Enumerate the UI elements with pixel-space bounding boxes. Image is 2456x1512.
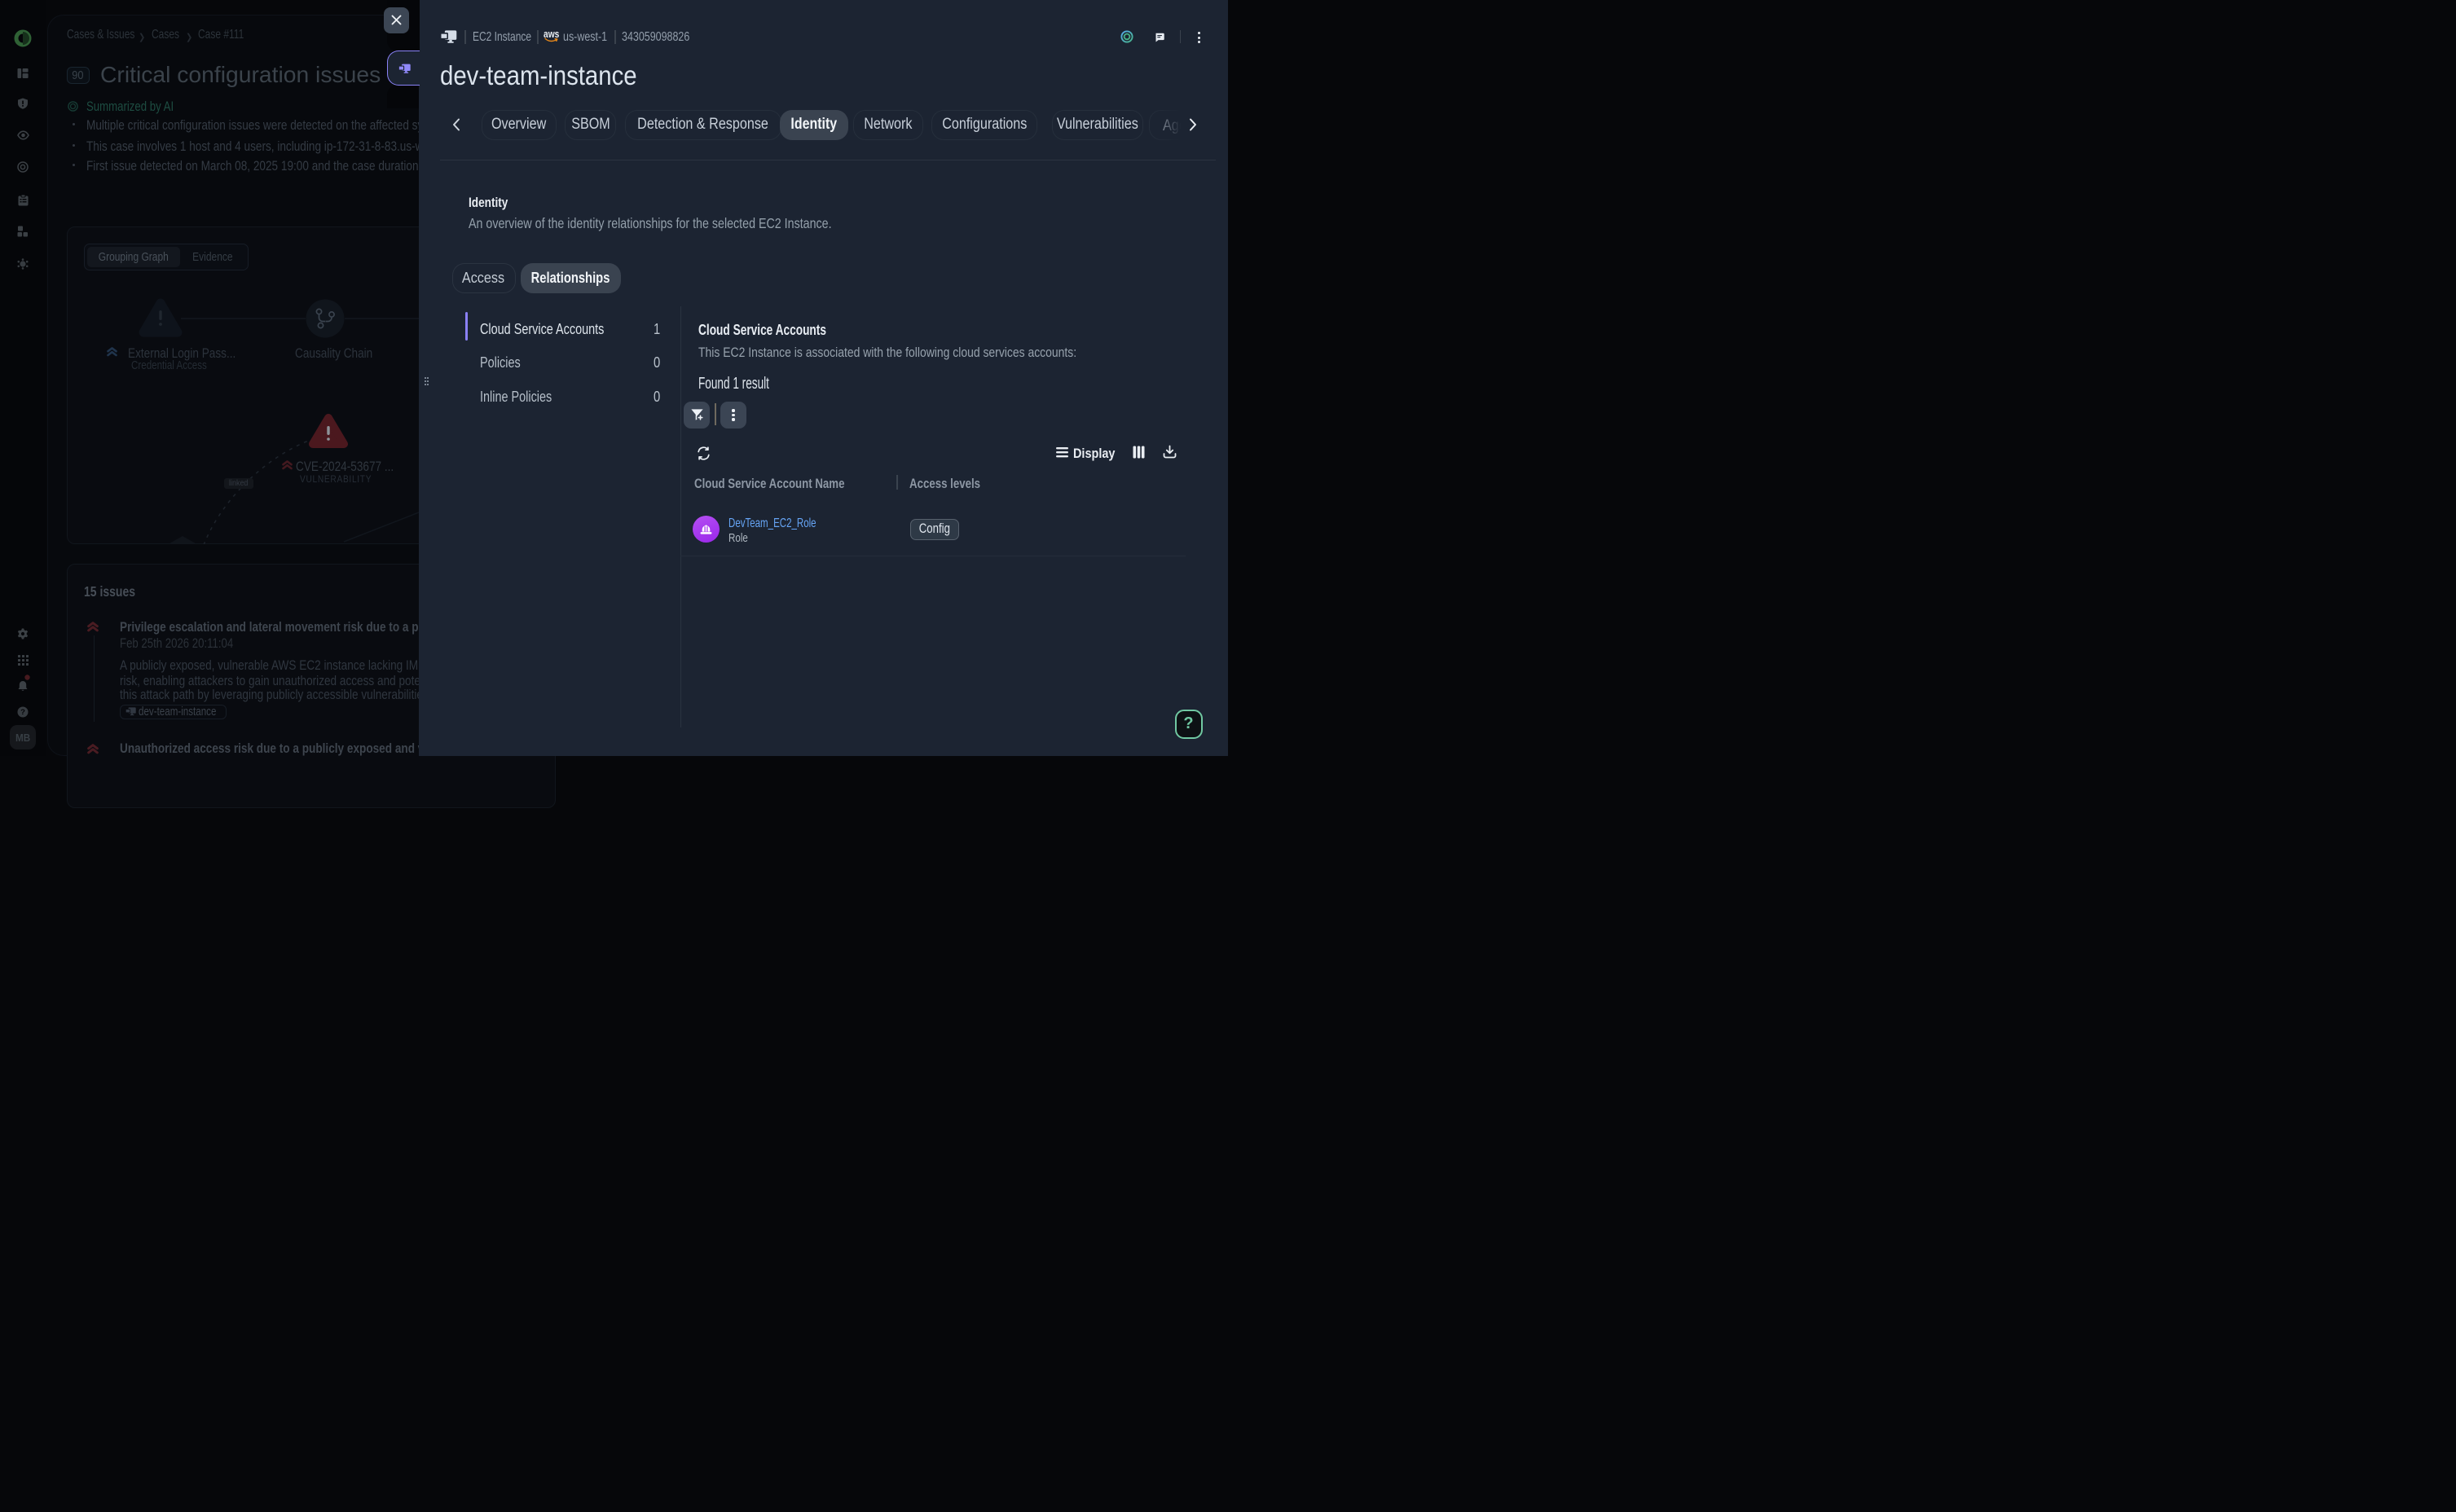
svg-text:?: ? [20,708,25,717]
